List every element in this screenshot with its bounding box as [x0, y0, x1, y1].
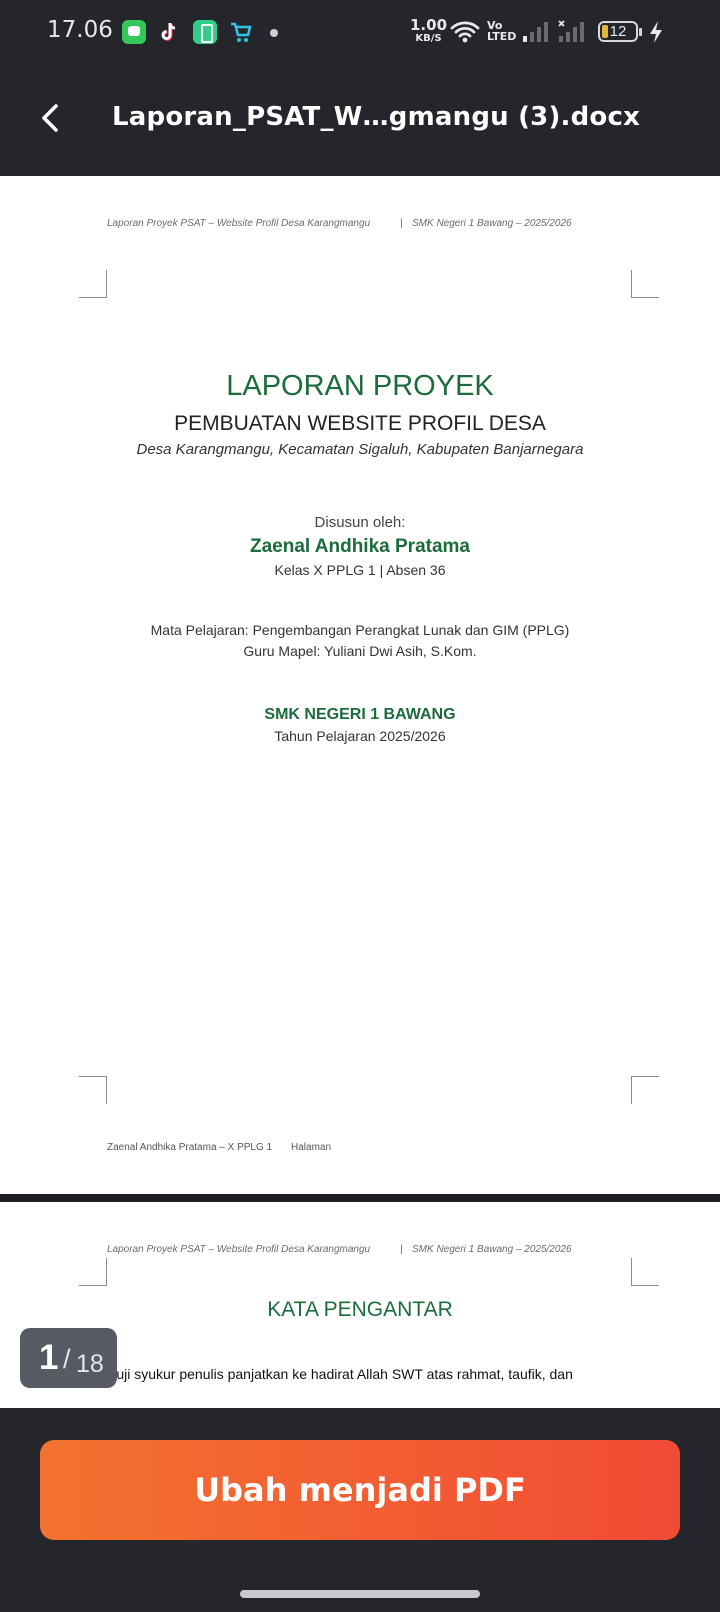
page-separator: / [63, 1344, 71, 1374]
tiktok-icon [157, 20, 181, 44]
wifi-icon [450, 20, 480, 49]
document-viewer[interactable]: Laporan Proyek PSAT – Website Profil Des… [0, 176, 720, 1408]
network-speed: 1.00 KB/S [410, 18, 447, 45]
school-name: SMK NEGERI 1 BAWANG [264, 706, 456, 723]
class-info: Kelas X PPLG 1 | Absen 36 [274, 562, 446, 578]
volte-indicator: Vo LTED [487, 20, 516, 42]
network-speed-unit: KB/S [415, 33, 442, 44]
running-header-separator: | [400, 1244, 403, 1255]
running-header-right: SMK Negeri 1 Bawang – 2025/2026 [412, 1244, 572, 1255]
page-footer-right: Halaman [291, 1142, 332, 1153]
page-footer-left: Zaenal Andhika Pratama – X PPLG 1 [107, 1142, 273, 1153]
running-header-separator: | [400, 218, 403, 229]
status-time: 17.06 [47, 17, 113, 43]
home-indicator[interactable] [240, 1590, 480, 1598]
margin-corner-bottom-right [631, 1076, 659, 1104]
report-location: Desa Karangmangu, Kecamatan Sigaluh, Kab… [136, 441, 584, 458]
signal-icon [522, 20, 552, 49]
battery-saver-icon [193, 20, 217, 44]
volte-lte-label: LTED [487, 30, 517, 43]
signal-no-service-icon [558, 20, 588, 49]
page-counter: 1 / 18 [20, 1328, 117, 1388]
bottom-bar: Ubah menjadi PDF [0, 1408, 720, 1612]
author-name: Zaenal Andhika Pratama [250, 536, 470, 557]
battery-icon: 12 [598, 21, 642, 42]
document-title: Laporan_PSAT_W…gmangu (3).docx [112, 102, 641, 132]
back-button[interactable] [32, 100, 72, 140]
status-bar: 17.06 1.00 KB/S Vo LTED 12 [0, 0, 720, 64]
teacher-info: Guru Mapel: Yuliani Dwi Asih, S.Kom. [243, 643, 477, 659]
paragraph-text: Puji syukur penulis panjatkan ke hadirat… [107, 1366, 573, 1382]
margin-corner-top-right [631, 1258, 659, 1286]
convert-to-pdf-button[interactable]: Ubah menjadi PDF [40, 1440, 680, 1540]
messages-icon [122, 20, 146, 44]
document-page-1: Laporan Proyek PSAT – Website Profil Des… [0, 176, 720, 1194]
margin-corner-top-right [631, 270, 659, 298]
chevron-left-icon [42, 104, 58, 132]
shopping-cart-icon [229, 20, 253, 44]
charging-bolt-icon [648, 20, 664, 49]
subject-info: Mata Pelajaran: Pengembangan Perangkat L… [150, 622, 570, 638]
section-heading: KATA PENGANTAR [267, 1298, 453, 1321]
report-title: LAPORAN PROYEK [226, 370, 494, 402]
compiled-by-label: Disusun oleh: [314, 514, 406, 531]
app-bar: Laporan_PSAT_W…gmangu (3).docx [0, 64, 720, 176]
running-header-left: Laporan Proyek PSAT – Website Profil Des… [107, 218, 371, 229]
more-notifications-dot [270, 29, 278, 37]
margin-corner-top-left [79, 270, 107, 298]
margin-corner-bottom-left [79, 1076, 107, 1104]
current-page-number: 1 [39, 1338, 59, 1377]
running-header-right: SMK Negeri 1 Bawang – 2025/2026 [412, 218, 572, 229]
total-pages: 18 [76, 1350, 104, 1378]
report-subtitle: PEMBUATAN WEBSITE PROFIL DESA [174, 412, 546, 435]
academic-year: Tahun Pelajaran 2025/2026 [274, 728, 446, 744]
running-header-left: Laporan Proyek PSAT – Website Profil Des… [107, 1244, 371, 1255]
margin-corner-top-left [79, 1258, 107, 1286]
